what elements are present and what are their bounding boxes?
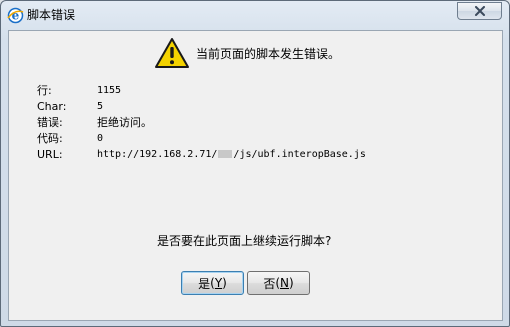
- continue-question: 是否要在此页面上继续运行脚本?: [157, 234, 332, 248]
- detail-value: 5: [97, 101, 104, 112]
- detail-value-url: http://192.168.2.71/ /js/ubf.interopBase.…: [97, 148, 366, 162]
- close-button[interactable]: [457, 2, 502, 20]
- detail-value: 0: [97, 133, 104, 144]
- detail-label: Char:: [37, 100, 67, 113]
- url-prefix: http://192.168.2.71/: [97, 149, 218, 160]
- close-icon: [474, 4, 486, 19]
- no-mnemonic: N: [280, 276, 289, 290]
- detail-value: 1155: [97, 85, 122, 96]
- script-error-dialog: e 脚本错误 当前页面的脚本发生错误。 行: 1155 Char: 5 错误: …: [0, 0, 510, 327]
- yes-button[interactable]: 是(Y): [181, 271, 244, 295]
- internet-explorer-icon: e: [7, 7, 24, 24]
- dialog-body: 当前页面的脚本发生错误。 行: 1155 Char: 5 错误: 拒绝访问。 代…: [8, 30, 503, 321]
- yes-label: 是: [198, 276, 211, 291]
- detail-label: 代码:: [37, 132, 63, 145]
- warning-icon: [154, 37, 190, 69]
- redacted-segment: [218, 150, 233, 158]
- detail-label: 错误:: [37, 116, 63, 129]
- detail-label: URL:: [37, 148, 63, 161]
- error-headline: 当前页面的脚本发生错误。: [196, 47, 341, 61]
- detail-label: 行:: [37, 84, 52, 97]
- url-suffix: /js/ubf.interopBase.js: [233, 149, 366, 160]
- detail-value: 拒绝访问。: [97, 116, 152, 129]
- no-label: 否: [263, 276, 276, 291]
- window-title: 脚本错误: [27, 8, 76, 22]
- title-bar[interactable]: e 脚本错误: [1, 1, 509, 29]
- yes-mnemonic: Y: [214, 276, 223, 290]
- no-button[interactable]: 否(N): [247, 271, 310, 295]
